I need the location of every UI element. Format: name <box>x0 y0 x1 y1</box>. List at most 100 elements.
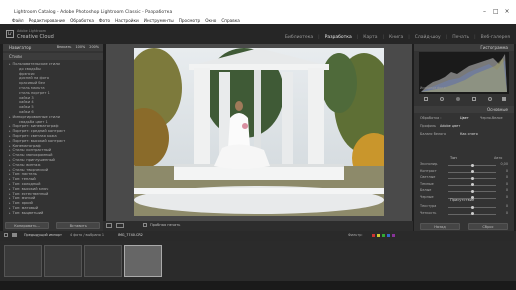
profile-dropdown[interactable]: Adobe цвет <box>440 124 460 128</box>
slider-value[interactable]: 0 <box>506 182 508 186</box>
slider-value[interactable]: 0 <box>506 204 508 208</box>
disclosure-triangle-icon[interactable]: ▸ <box>9 172 11 176</box>
label-green-icon[interactable] <box>382 234 385 237</box>
basic-label: Основные <box>486 107 508 112</box>
slider-knob[interactable] <box>470 205 474 209</box>
before-after-icon[interactable] <box>116 223 124 228</box>
disclosure-triangle-icon[interactable]: ▸ <box>9 182 11 186</box>
slider-value[interactable]: 0 <box>506 188 508 192</box>
filmstrip-thumb-3[interactable] <box>84 245 122 277</box>
paste-button[interactable]: Вставить <box>56 222 101 229</box>
graduated-filter-icon[interactable] <box>472 97 476 101</box>
slider-knob[interactable] <box>470 189 474 193</box>
label-yellow-icon[interactable] <box>377 234 380 237</box>
zoom-fit[interactable]: Вписать <box>57 45 72 49</box>
filmstrip-thumb-4[interactable] <box>124 245 162 277</box>
second-window-icon[interactable] <box>4 233 8 237</box>
disclosure-triangle-icon[interactable]: ▸ <box>9 192 11 196</box>
menu-item-4[interactable]: Фото <box>99 18 110 23</box>
menu-item-3[interactable]: Обработка <box>70 18 94 23</box>
zoom-100[interactable]: 100% <box>76 45 86 49</box>
close-icon[interactable]: × <box>502 8 512 15</box>
disclosure-triangle-icon[interactable]: ▸ <box>9 163 11 167</box>
disclosure-triangle-icon[interactable]: ▸ <box>9 206 11 210</box>
disclosure-triangle-icon[interactable]: ▸ <box>9 158 11 162</box>
menu-item-8[interactable]: Окно <box>205 18 216 23</box>
slider-knob[interactable] <box>470 212 474 215</box>
slider-value[interactable]: 0 <box>506 211 508 215</box>
filmstrip-thumb-1[interactable] <box>4 245 42 277</box>
treatment-bw[interactable]: Черно-белое <box>480 116 503 120</box>
menu-item-1[interactable]: Файл <box>12 18 24 23</box>
disclosure-triangle-icon[interactable]: ▸ <box>9 139 11 143</box>
tone-auto-button[interactable]: Авто <box>494 156 502 160</box>
copy-button[interactable]: Копировать... <box>5 222 49 229</box>
module-4[interactable]: Книга <box>389 35 403 40</box>
slider-value[interactable]: 0 <box>506 175 508 179</box>
wb-dropdown[interactable]: Как снято <box>460 132 478 136</box>
module-5[interactable]: Слайд-шоу <box>415 35 441 40</box>
module-7[interactable]: Веб-галерея <box>481 35 510 40</box>
disclosure-triangle-icon[interactable]: ▸ <box>9 211 11 215</box>
slider-value[interactable]: 0,00 <box>500 162 508 166</box>
slider-row: Белые 0 <box>420 188 508 194</box>
previous-button[interactable]: Назад <box>420 223 460 230</box>
label-red-icon[interactable] <box>372 234 375 237</box>
label-blue-icon[interactable] <box>387 234 390 237</box>
menu-item-7[interactable]: Просмотр <box>179 18 201 23</box>
preset-group[interactable]: ▸ Тон: выцветший <box>3 211 103 216</box>
softproof-checkbox[interactable] <box>143 223 147 227</box>
slider-knob[interactable] <box>470 176 474 180</box>
disclosure-triangle-icon[interactable]: ▸ <box>9 201 11 205</box>
disclosure-triangle-icon[interactable]: ▸ <box>9 153 11 157</box>
reset-button[interactable]: Сброс <box>468 223 508 230</box>
module-2[interactable]: Разработка <box>325 35 352 40</box>
disclosure-triangle-icon[interactable]: ▸ <box>9 187 11 191</box>
presets-header[interactable]: Стили <box>3 53 103 60</box>
module-6[interactable]: Печать <box>452 35 469 40</box>
basic-header[interactable]: Основные <box>414 106 514 113</box>
adjustment-brush-icon[interactable] <box>502 97 506 101</box>
disclosure-triangle-icon[interactable]: ▸ <box>9 168 11 172</box>
grid-icon[interactable] <box>12 233 17 237</box>
disclosure-triangle-icon[interactable]: ▸ <box>9 196 11 200</box>
disclosure-triangle-icon[interactable]: ▸ <box>9 144 11 148</box>
window-title: Lightroom Catalog - Adobe Photoshop Ligh… <box>14 10 173 15</box>
label-purple-icon[interactable] <box>392 234 395 237</box>
slider-label: Четкость <box>420 210 437 215</box>
disclosure-triangle-icon[interactable]: ▸ <box>9 177 11 181</box>
zoom-200[interactable]: 200% <box>89 45 99 49</box>
disclosure-triangle-icon[interactable]: ▸ <box>9 62 11 66</box>
minimize-icon[interactable]: – <box>479 8 489 15</box>
redeye-icon[interactable] <box>456 97 460 101</box>
maximize-icon[interactable]: □ <box>491 8 501 15</box>
disclosure-triangle-icon[interactable]: ▸ <box>9 129 11 133</box>
menu-item-6[interactable]: Инструменты <box>144 18 174 23</box>
crop-icon[interactable] <box>424 97 428 101</box>
slider-knob[interactable] <box>470 183 474 186</box>
navigator-header[interactable]: Навигатор Вписать 100% 200% <box>3 44 103 51</box>
slider-knob[interactable] <box>470 170 474 173</box>
treatment-color[interactable]: Цвет <box>460 116 469 120</box>
disclosure-triangle-icon[interactable]: ▸ <box>9 124 11 128</box>
module-3[interactable]: Карта <box>363 35 377 40</box>
disclosure-triangle-icon[interactable]: ▸ <box>9 115 11 119</box>
filmstrip-thumb-2[interactable] <box>44 245 82 277</box>
slider-value[interactable]: 0 <box>506 169 508 173</box>
module-1[interactable]: Библиотека <box>285 35 313 40</box>
filmstrip-source[interactable]: Предыдущий импорт <box>24 233 62 237</box>
spot-removal-icon[interactable] <box>440 97 444 101</box>
radial-filter-icon[interactable] <box>488 97 492 101</box>
slider-knob[interactable] <box>470 163 474 167</box>
menu-item-5[interactable]: Настройки <box>115 18 139 23</box>
histogram-header[interactable]: Гистограмма <box>414 44 514 51</box>
menu-item-9[interactable]: Справка <box>221 18 239 23</box>
loupe-view-icon[interactable] <box>106 223 112 228</box>
disclosure-triangle-icon[interactable]: ▸ <box>9 148 11 152</box>
right-panel-buttons: Назад Сброс <box>414 222 514 231</box>
menu-item-2[interactable]: Редактирование <box>29 18 66 23</box>
slider-value[interactable]: 0 <box>506 195 508 199</box>
wedding-photo[interactable] <box>134 48 384 216</box>
disclosure-triangle-icon[interactable]: ▸ <box>9 134 11 138</box>
preset-label: Портрет: светлая кожа <box>12 133 57 138</box>
